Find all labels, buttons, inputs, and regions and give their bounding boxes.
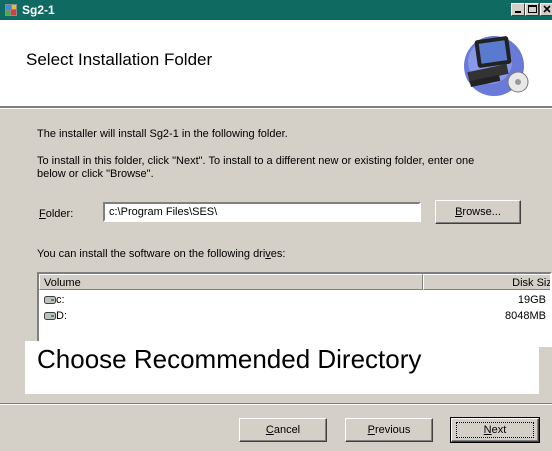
- maximize-button[interactable]: [525, 3, 539, 16]
- focus-rect: [456, 422, 534, 438]
- next-button[interactable]: Next: [450, 417, 540, 443]
- minimize-icon: [515, 11, 521, 13]
- intro-text: The installer will install Sg2-1 in the …: [37, 128, 288, 140]
- folder-path-input[interactable]: c:\Program Files\SES\: [103, 202, 421, 222]
- disk-size: 19GB: [517, 294, 546, 306]
- close-icon: [543, 5, 551, 13]
- caption-text: Choose Recommended Directory: [37, 344, 422, 374]
- header-divider: [0, 107, 552, 109]
- table-row[interactable]: D: 8048MB: [39, 308, 550, 324]
- footer-divider: [0, 403, 552, 405]
- instructions-line-2: below or click "Browse".: [37, 168, 154, 180]
- disk-size: 8048MB: [505, 310, 546, 322]
- hard-drive-icon: [44, 296, 56, 304]
- browse-button[interactable]: Browse...: [435, 200, 521, 224]
- cancel-button[interactable]: Cancel: [239, 418, 327, 442]
- folder-label: Folder:: [39, 208, 74, 220]
- instructions-line-1: To install in this folder, click "Next".…: [37, 155, 475, 167]
- drive-list[interactable]: Volume Disk Size c: 19GB D: 8048MB: [37, 272, 552, 347]
- volume-name: c:: [56, 294, 65, 306]
- drives-label: You can install the software on the foll…: [37, 248, 286, 260]
- page-title: Select Installation Folder: [26, 50, 213, 69]
- previous-button[interactable]: Previous: [345, 418, 433, 442]
- window-title: Sg2-1: [22, 3, 55, 17]
- column-header-disk-size[interactable]: Disk Size: [423, 274, 550, 290]
- table-row[interactable]: c: 19GB: [39, 292, 550, 308]
- volume-name: D:: [56, 310, 67, 322]
- computer-install-icon: [464, 36, 529, 96]
- header-banner: Select Installation Folder: [0, 20, 552, 107]
- minimize-button[interactable]: [511, 3, 525, 16]
- installer-window: Sg2-1 Select Installation Folder The ins…: [0, 0, 552, 451]
- maximize-icon: [528, 5, 537, 13]
- installer-app-icon: [5, 4, 17, 16]
- hard-drive-icon: [44, 312, 56, 320]
- close-button[interactable]: [540, 3, 552, 16]
- title-bar: Sg2-1: [0, 0, 552, 20]
- column-header-volume[interactable]: Volume: [39, 274, 423, 290]
